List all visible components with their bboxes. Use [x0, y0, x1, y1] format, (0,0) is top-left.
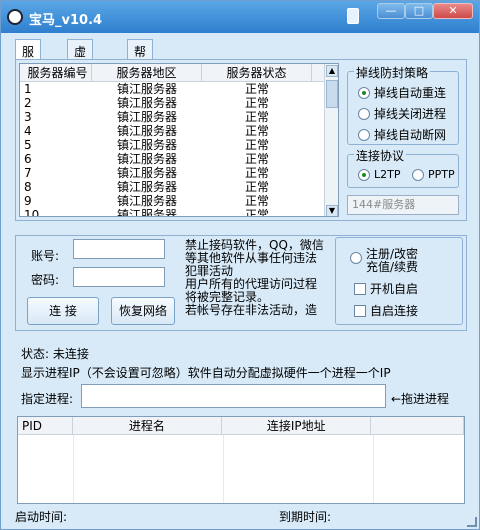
- autostart-checkbox[interactable]: 开机自启: [354, 280, 418, 297]
- table-row[interactable]: 5 镇江服务器 正常: [20, 138, 338, 152]
- radio-pptp[interactable]: PPTP: [412, 168, 455, 181]
- radio-icon: [350, 252, 362, 264]
- col-pid[interactable]: PID: [18, 417, 73, 434]
- resize-grip-icon[interactable]: [467, 517, 477, 527]
- restore-network-button[interactable]: 恢复网络: [111, 297, 175, 325]
- table-row[interactable]: 4 镇江服务器 正常: [20, 124, 338, 138]
- expire-time-label: 到期时间:: [279, 510, 332, 524]
- radio-auto-reconnect[interactable]: 掉线自动重连: [358, 84, 446, 101]
- account-label: 账号:: [31, 249, 60, 263]
- main-window: 宝马_v10.4 — □ ✕ 服务器 虚拟信息 帮助中心 服务器编号 服务器地区…: [0, 0, 480, 530]
- tab-virtual-info[interactable]: 虚拟信息: [67, 39, 94, 110]
- window-title: 宝马_v10.4: [29, 13, 103, 28]
- col-ip-address[interactable]: 连接IP地址: [222, 417, 372, 434]
- start-time-label: 启动时间:: [15, 510, 68, 524]
- server-list-header: 服务器编号 服务器地区 服务器状态: [20, 64, 338, 82]
- column-divider: [73, 435, 74, 503]
- scroll-up-icon[interactable]: ▲: [326, 65, 338, 77]
- process-list[interactable]: PID 进程名 连接IP地址: [17, 416, 465, 504]
- status-label: 状态:: [21, 347, 50, 361]
- col-server-id[interactable]: 服务器编号: [20, 64, 92, 81]
- connect-button[interactable]: 连 接: [27, 297, 99, 325]
- checkbox-icon: [354, 282, 366, 295]
- radio-icon: [412, 168, 424, 181]
- process-label: 指定进程:: [21, 392, 74, 406]
- register-option[interactable]: 注册/改密 充值/续费: [350, 248, 418, 274]
- table-row[interactable]: 9 镇江服务器 正常: [20, 194, 338, 208]
- process-input[interactable]: [81, 384, 386, 408]
- col-server-region[interactable]: 服务器地区: [92, 64, 202, 81]
- process-list-body[interactable]: [18, 435, 464, 503]
- table-row[interactable]: 7 镇江服务器 正常: [20, 166, 338, 180]
- autoconnect-checkbox[interactable]: 自启连接: [354, 302, 418, 319]
- notice-text: 禁止接码软件，QQ，微信等其他软件从事任何违法犯罪活动 用户所有的代理访问过程将…: [185, 239, 324, 317]
- radio-icon: [358, 107, 370, 120]
- process-note: 显示进程IP（不会设置可忽略）软件自动分配虚拟硬件一个进程一个IP: [21, 366, 391, 380]
- column-divider: [223, 435, 224, 503]
- protocol-title: 连接协议: [354, 147, 407, 164]
- server-list-scrollbar[interactable]: ▲ ▼: [324, 64, 338, 216]
- disconnect-strategy-group: 掉线防封策略 掉线自动重连 掉线关闭进程 掉线自动断网: [347, 64, 459, 145]
- status-line: 状态: 未连接: [21, 345, 89, 362]
- table-row[interactable]: 1 镇江服务器 正常: [20, 82, 338, 96]
- maximize-button[interactable]: □: [405, 3, 433, 19]
- col-process-name[interactable]: 进程名: [73, 417, 223, 434]
- password-label: 密码:: [31, 273, 60, 287]
- server-field[interactable]: 144#服务器: [347, 195, 459, 215]
- account-input[interactable]: [73, 239, 165, 259]
- trash-icon[interactable]: [347, 8, 359, 24]
- disconnect-strategy-title: 掉线防封策略: [354, 64, 431, 81]
- col-empty: [371, 417, 464, 434]
- table-row[interactable]: 10 镇江服务器 正常: [20, 208, 338, 216]
- scroll-thumb[interactable]: [326, 80, 338, 108]
- account-options-group: 注册/改密 充值/续费 开机自启 自启连接: [335, 237, 463, 325]
- tab-help-center[interactable]: 帮助中心: [127, 39, 154, 110]
- radio-l2tp[interactable]: L2TP: [358, 168, 400, 181]
- radio-icon: [358, 128, 370, 141]
- close-button[interactable]: ✕: [433, 3, 473, 19]
- checkbox-icon: [354, 304, 366, 317]
- radio-selected-icon: [358, 86, 370, 99]
- process-list-header: PID 进程名 连接IP地址: [18, 417, 464, 435]
- title-bar[interactable]: 宝马_v10.4 — □ ✕: [1, 1, 479, 33]
- column-divider: [373, 435, 374, 503]
- status-value: 未连接: [52, 347, 89, 361]
- app-icon: [7, 9, 23, 25]
- protocol-group: 连接协议 L2TP PPTP: [347, 147, 459, 188]
- table-row[interactable]: 3 镇江服务器 正常: [20, 110, 338, 124]
- table-row[interactable]: 2 镇江服务器 正常: [20, 96, 338, 110]
- server-list[interactable]: 服务器编号 服务器地区 服务器状态 1 镇江服务器 正常 2 镇江服务器 正常 3 镇江服…: [19, 63, 339, 217]
- table-row[interactable]: 6 镇江服务器 正常: [20, 152, 338, 166]
- col-server-status[interactable]: 服务器状态: [202, 64, 312, 81]
- tab-servers[interactable]: 服务器: [15, 39, 42, 93]
- minimize-button[interactable]: —: [377, 3, 405, 19]
- radio-close-process[interactable]: 掉线关闭进程: [358, 105, 446, 122]
- radio-selected-icon: [358, 168, 370, 181]
- radio-auto-disconnect[interactable]: 掉线自动断网: [358, 126, 446, 143]
- table-row[interactable]: 8 镇江服务器 正常: [20, 180, 338, 194]
- password-input[interactable]: [73, 267, 165, 287]
- drag-process-label: ←拖进进程: [391, 392, 450, 406]
- scroll-down-icon[interactable]: ▼: [326, 205, 338, 216]
